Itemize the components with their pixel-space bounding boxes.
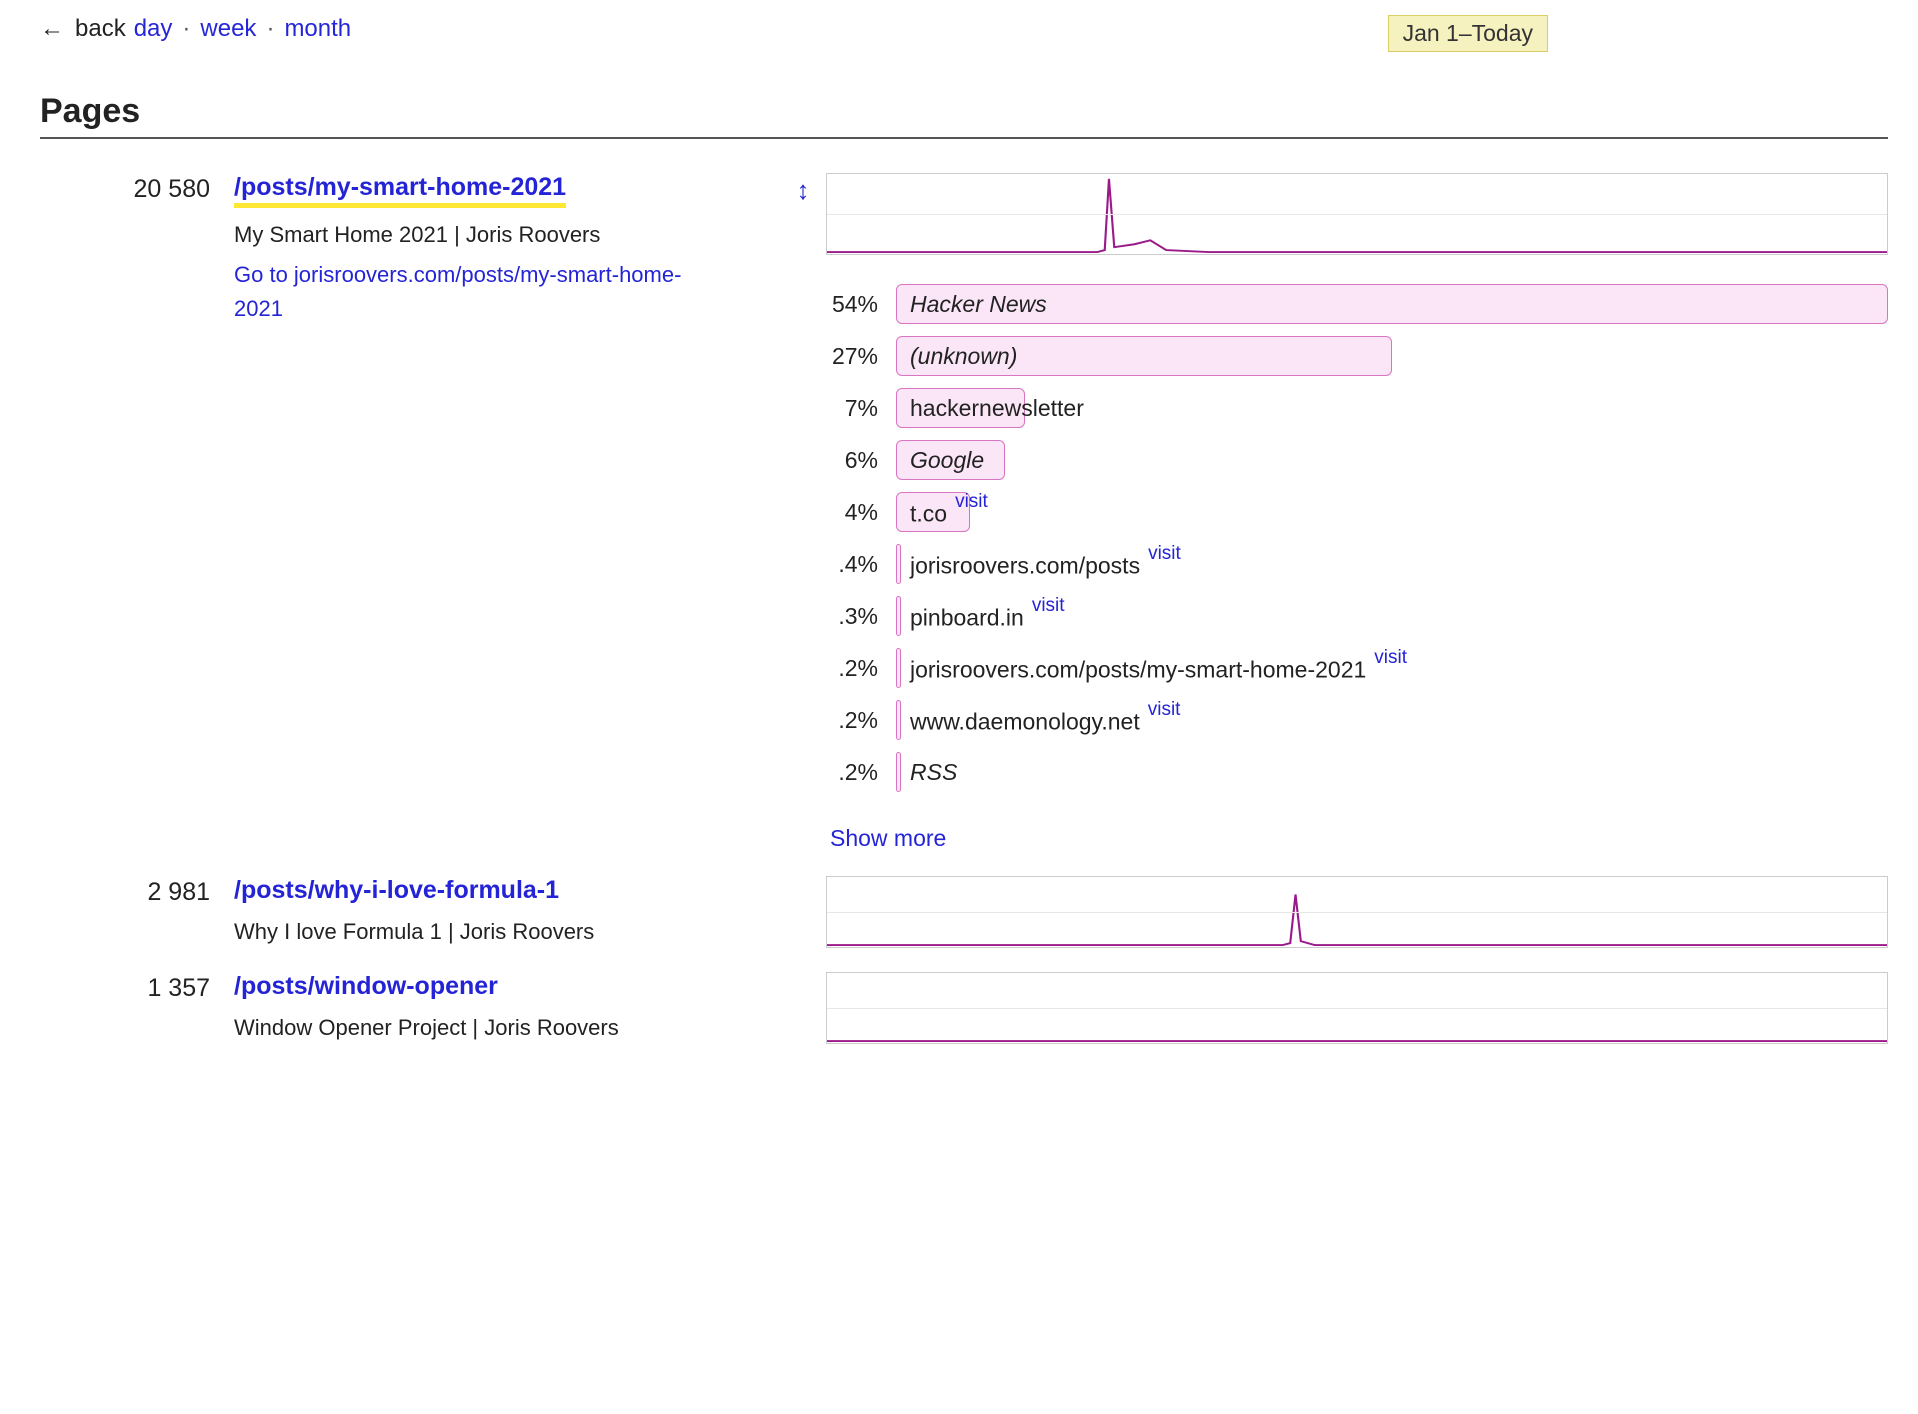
expand-toggle-icon[interactable]: ↕ <box>797 175 810 206</box>
referrer-pct: .3% <box>826 603 896 630</box>
separator-dot: · <box>266 15 274 43</box>
visit-link[interactable]: visit <box>955 491 988 512</box>
goto-link[interactable]: Go to jorisroovers.com/posts/my-smart-ho… <box>234 258 704 326</box>
visit-count: 1 357 <box>40 972 210 1003</box>
referrer-row: 27% (unknown) <box>826 333 1888 379</box>
page-info: /posts/why-i-love-formula-1 Why I love F… <box>210 876 780 945</box>
referrer-pct: 4% <box>826 499 896 526</box>
referrer-row: 54% Hacker News <box>826 281 1888 327</box>
page-path-link[interactable]: /posts/why-i-love-formula-1 <box>234 876 559 905</box>
show-more-link[interactable]: Show more <box>830 825 946 852</box>
referrer-label[interactable]: Hacker News <box>910 291 1047 318</box>
page-entry: 1 357 /posts/window-opener Window Opener… <box>40 972 1888 1044</box>
referrer-pct: 7% <box>826 395 896 422</box>
referrer-label[interactable]: jorisroovers.com/posts/my-smart-home-202… <box>910 653 1407 684</box>
back-label[interactable]: back <box>75 15 126 43</box>
visit-link[interactable]: visit <box>1032 595 1065 616</box>
sparkline-chart <box>826 972 1888 1044</box>
referrer-label[interactable]: Google <box>910 447 984 474</box>
top-nav: ← back day · week · month Jan 1–Today <box>40 15 1888 52</box>
referrer-pct: .2% <box>826 655 896 682</box>
view-switcher: ← back day · week · month <box>40 15 351 43</box>
referrer-pct: .2% <box>826 759 896 786</box>
referrer-pct: 27% <box>826 343 896 370</box>
visit-link[interactable]: visit <box>1148 543 1181 564</box>
page-info: /posts/my-smart-home-2021 My Smart Home … <box>210 173 780 326</box>
section-rule <box>40 137 1888 139</box>
referrer-row: 6% Google <box>826 437 1888 483</box>
referrer-label[interactable]: (unknown) <box>910 343 1017 370</box>
referrer-pct: .4% <box>826 551 896 578</box>
visit-link[interactable]: visit <box>1148 699 1181 720</box>
date-range-badge[interactable]: Jan 1–Today <box>1388 15 1548 52</box>
page-title-text: Why I love Formula 1 | Joris Roovers <box>234 919 760 945</box>
referrer-row: .4% jorisroovers.com/postsvisit <box>826 541 1888 587</box>
page-info: /posts/window-opener Window Opener Proje… <box>210 972 780 1041</box>
section-title: Pages <box>40 92 1888 131</box>
view-week[interactable]: week <box>200 15 256 43</box>
referrer-row: 4% t.covisit <box>826 489 1888 535</box>
page-detail: 54% Hacker News 27% (unknown) 7% hackern… <box>826 173 1888 852</box>
back-arrow-icon[interactable]: ← <box>40 15 63 43</box>
referrer-list: 54% Hacker News 27% (unknown) 7% hackern… <box>826 281 1888 852</box>
referrer-pct: 6% <box>826 447 896 474</box>
view-day[interactable]: day <box>134 15 173 43</box>
referrer-label[interactable]: hackernewsletter <box>910 395 1084 422</box>
visit-count: 20 580 <box>40 173 210 204</box>
page-title-text: My Smart Home 2021 | Joris Roovers <box>234 222 760 248</box>
referrer-row: 7% hackernewsletter <box>826 385 1888 431</box>
referrer-label[interactable]: www.daemonology.netvisit <box>910 705 1180 736</box>
page-entry: 2 981 /posts/why-i-love-formula-1 Why I … <box>40 876 1888 948</box>
referrer-row: .2% jorisroovers.com/posts/my-smart-home… <box>826 645 1888 691</box>
page-title-text: Window Opener Project | Joris Roovers <box>234 1015 760 1041</box>
separator-dot: · <box>182 15 190 43</box>
referrer-label[interactable]: RSS <box>910 759 957 786</box>
sparkline-chart <box>826 876 1888 948</box>
view-month[interactable]: month <box>284 15 351 43</box>
referrer-row: .2% RSS <box>826 749 1888 795</box>
referrer-label[interactable]: jorisroovers.com/postsvisit <box>910 549 1181 580</box>
referrer-label[interactable]: pinboard.invisit <box>910 601 1065 632</box>
page-path-link[interactable]: /posts/my-smart-home-2021 <box>234 173 566 208</box>
referrer-pct: .2% <box>826 707 896 734</box>
referrer-label[interactable]: t.covisit <box>910 497 988 528</box>
visit-link[interactable]: visit <box>1374 647 1407 668</box>
sparkline-chart <box>826 173 1888 255</box>
page-path-link[interactable]: /posts/window-opener <box>234 972 498 1001</box>
referrer-row: .2% www.daemonology.netvisit <box>826 697 1888 743</box>
referrer-pct: 54% <box>826 291 896 318</box>
visit-count: 2 981 <box>40 876 210 907</box>
page-entry: 20 580 /posts/my-smart-home-2021 My Smar… <box>40 173 1888 852</box>
referrer-row: .3% pinboard.invisit <box>826 593 1888 639</box>
